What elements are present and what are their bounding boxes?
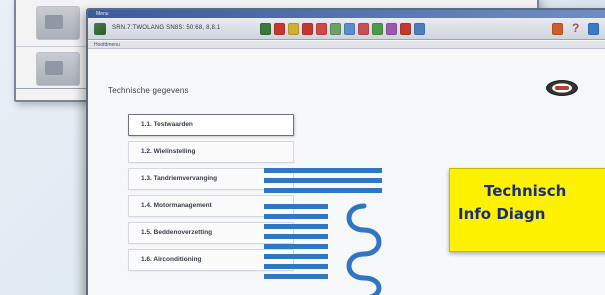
thumbnail-icon[interactable] [36, 6, 80, 40]
badge-line-2: Info Diagn [458, 205, 546, 223]
chart-icon[interactable] [344, 23, 355, 35]
back-arrow-icon[interactable] [260, 23, 271, 35]
document-line [264, 224, 328, 229]
spring-icon [346, 203, 382, 295]
settings-icon[interactable] [400, 23, 411, 35]
help-icon[interactable]: ? [572, 21, 579, 35]
menu-item[interactable]: 1.1. Testwaarden [128, 114, 294, 136]
document-line [264, 244, 328, 249]
print-icon[interactable] [302, 23, 313, 35]
badge-line-1: Technisch [484, 182, 567, 200]
folder-icon[interactable] [288, 23, 299, 35]
product-badge: Technisch Info Diagn [449, 168, 605, 252]
document-line [264, 214, 328, 219]
document-line [264, 254, 328, 259]
tool-icon[interactable] [316, 23, 327, 35]
app-icon[interactable] [94, 23, 106, 35]
breadcrumb-item[interactable]: Hoofdmenu [94, 41, 120, 49]
warning-icon[interactable] [358, 23, 369, 35]
vehicle-path-text: SRN.7:TWOLANG SN8S: 50:68, 8,8.1 [112, 25, 221, 31]
document-line [264, 264, 328, 269]
document-line [264, 178, 382, 183]
window-titlebar[interactable]: Menu [88, 10, 605, 18]
toolbar: SRN.7:TWOLANG SN8S: 50:68, 8,8.1 ? [88, 18, 605, 40]
exit-icon[interactable] [588, 23, 599, 35]
check-icon[interactable] [372, 23, 383, 35]
stop-icon[interactable] [274, 23, 285, 35]
window-title: Menu [96, 11, 109, 17]
document-line [264, 274, 328, 279]
thumbnail-icon[interactable] [36, 52, 80, 86]
document-icon[interactable] [414, 23, 425, 35]
document-line [264, 168, 382, 173]
document-illustration [264, 160, 394, 295]
grid-icon[interactable] [330, 23, 341, 35]
section-heading: Technische gegevens [108, 86, 189, 95]
breadcrumb: Hoofdmenu [88, 41, 605, 49]
tools-icon[interactable] [552, 23, 563, 35]
document-line [264, 188, 382, 193]
info-icon[interactable] [386, 23, 397, 35]
document-line [264, 234, 328, 239]
document-line [264, 204, 328, 209]
brand-logo [546, 80, 578, 96]
